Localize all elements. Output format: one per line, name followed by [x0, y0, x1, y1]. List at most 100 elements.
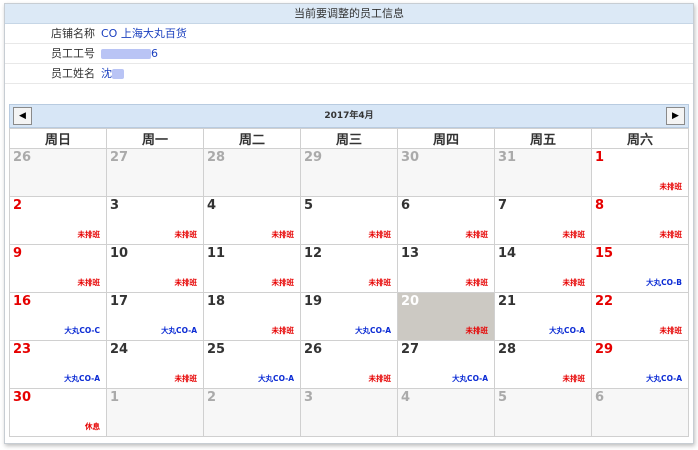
shift-label: 未排班 [271, 326, 295, 335]
shift-label: 大丸CO-A [64, 374, 100, 383]
calendar-day-cell[interactable]: 16 大丸CO-C [9, 292, 107, 341]
calendar-day-cell[interactable]: 30 休息 [9, 388, 107, 437]
calendar-week-row: 26 27 28 29 30 31 1 未排班 [9, 148, 689, 197]
shift-label: 未排班 [174, 278, 198, 287]
calendar-week-row: 30 休息 1 2 3 4 5 6 [9, 388, 689, 437]
day-number: 5 [304, 198, 314, 213]
shift-label: 未排班 [562, 278, 586, 287]
employee-name-prefix: 沈 [101, 67, 112, 80]
day-number: 21 [498, 294, 517, 309]
shift-label: 未排班 [368, 374, 392, 383]
calendar-week-row: 2 未排班 3 未排班 4 未排班 5 未排班 6 未排班 7 未排班 8 未排班 [9, 196, 689, 245]
day-number: 15 [595, 246, 614, 261]
weekday-header: 周四 [397, 128, 495, 149]
calendar-day-cell[interactable]: 2 [203, 388, 301, 437]
calendar-day-cell[interactable]: 13 未排班 [397, 244, 495, 293]
weekday-header: 周五 [494, 128, 592, 149]
weekday-header: 周一 [106, 128, 204, 149]
shift-label: 大丸CO-A [549, 326, 585, 335]
calendar-day-cell[interactable]: 29 大丸CO-A [591, 340, 689, 389]
calendar-day-cell[interactable]: 4 [397, 388, 495, 437]
shift-label: 未排班 [562, 230, 586, 239]
next-month-icon[interactable]: ▶ [666, 107, 685, 125]
calendar-day-cell[interactable]: 28 [203, 148, 301, 197]
calendar-day-cell[interactable]: 4 未排班 [203, 196, 301, 245]
calendar-day-cell[interactable]: 15 大丸CO-B [591, 244, 689, 293]
calendar-day-cell[interactable]: 12 未排班 [300, 244, 398, 293]
day-number: 23 [13, 342, 32, 357]
weekday-header: 周六 [591, 128, 689, 149]
day-number: 9 [13, 246, 23, 261]
calendar-day-cell[interactable]: 5 未排班 [300, 196, 398, 245]
shift-label: 未排班 [465, 278, 489, 287]
prev-month-icon[interactable]: ◀ [13, 107, 32, 125]
shift-label: 未排班 [368, 230, 392, 239]
calendar-day-cell[interactable]: 9 未排班 [9, 244, 107, 293]
calendar-day-cell[interactable]: 27 大丸CO-A [397, 340, 495, 389]
shift-label: 未排班 [659, 326, 683, 335]
calendar-day-cell[interactable]: 27 [106, 148, 204, 197]
calendar-day-cell[interactable]: 25 大丸CO-A [203, 340, 301, 389]
calendar-day-cell[interactable]: 26 未排班 [300, 340, 398, 389]
shift-label: 未排班 [77, 278, 101, 287]
weekday-header: 周二 [203, 128, 301, 149]
day-number: 10 [110, 246, 129, 261]
day-number: 14 [498, 246, 517, 261]
calendar-day-cell[interactable]: 29 [300, 148, 398, 197]
calendar-day-cell[interactable]: 28 未排班 [494, 340, 592, 389]
day-number: 4 [401, 390, 411, 405]
shift-label: 大丸CO-A [161, 326, 197, 335]
calendar-week-row: 16 大丸CO-C 17 大丸CO-A 18 未排班 19 大丸CO-A 20 未排班 21 大丸CO… [9, 292, 689, 341]
day-number: 27 [401, 342, 420, 357]
day-number: 4 [207, 198, 217, 213]
weekday-header: 周三 [300, 128, 398, 149]
calendar-week-row: 23 大丸CO-A 24 未排班 25 大丸CO-A 26 未排班 27 大丸CO-A 28 未排班 2… [9, 340, 689, 389]
calendar-day-cell[interactable]: 24 未排班 [106, 340, 204, 389]
calendar-day-cell[interactable]: 6 未排班 [397, 196, 495, 245]
employee-id-row: 员工工号 6 [5, 44, 693, 64]
calendar-day-cell[interactable]: 1 [106, 388, 204, 437]
day-number: 30 [401, 150, 420, 165]
calendar-day-cell[interactable]: 10 未排班 [106, 244, 204, 293]
calendar-day-cell[interactable]: 3 未排班 [106, 196, 204, 245]
shift-label: 未排班 [659, 230, 683, 239]
calendar-day-cell[interactable]: 22 未排班 [591, 292, 689, 341]
calendar-day-cell[interactable]: 18 未排班 [203, 292, 301, 341]
calendar-day-cell[interactable]: 17 大丸CO-A [106, 292, 204, 341]
employee-id-value: 6 [101, 44, 158, 63]
calendar-day-cell[interactable]: 20 未排班 [397, 292, 495, 341]
calendar-day-cell[interactable]: 14 未排班 [494, 244, 592, 293]
employee-id-suffix: 6 [151, 47, 158, 60]
redacted-blur [101, 49, 151, 59]
day-number: 2 [207, 390, 217, 405]
calendar-day-cell[interactable]: 11 未排班 [203, 244, 301, 293]
day-number: 29 [595, 342, 614, 357]
calendar-day-cell[interactable]: 7 未排班 [494, 196, 592, 245]
shift-label: 未排班 [465, 230, 489, 239]
employee-schedule-panel: 当前要调整的员工信息 店铺名称 CO 上海大丸百货 员工工号 6 员工姓名 沈 … [4, 3, 694, 444]
day-number: 11 [207, 246, 226, 261]
calendar-day-cell[interactable]: 31 [494, 148, 592, 197]
shift-label: 未排班 [659, 182, 683, 191]
calendar-day-cell[interactable]: 8 未排班 [591, 196, 689, 245]
calendar-grid: 周日 周一 周二 周三 周四 周五 周六 26 27 28 29 30 31 1 未排班 2 未排班 3 未排班 4… [9, 128, 689, 437]
employee-name-row: 员工姓名 沈 [5, 64, 693, 84]
store-label: 店铺名称 [51, 27, 95, 40]
calendar-day-cell[interactable]: 6 [591, 388, 689, 437]
employee-id-label: 员工工号 [51, 47, 95, 60]
calendar-day-cell[interactable]: 1 未排班 [591, 148, 689, 197]
calendar-day-cell[interactable]: 21 大丸CO-A [494, 292, 592, 341]
calendar-day-cell[interactable]: 3 [300, 388, 398, 437]
calendar-day-cell[interactable]: 5 [494, 388, 592, 437]
calendar-day-cell[interactable]: 19 大丸CO-A [300, 292, 398, 341]
day-number: 6 [595, 390, 605, 405]
store-row: 店铺名称 CO 上海大丸百货 [5, 24, 693, 44]
calendar-day-cell[interactable]: 26 [9, 148, 107, 197]
day-number: 20 [401, 294, 420, 309]
calendar-day-cell[interactable]: 23 大丸CO-A [9, 340, 107, 389]
weekday-header: 周日 [9, 128, 107, 149]
employee-name-value: 沈 [101, 64, 124, 83]
day-number: 27 [110, 150, 129, 165]
calendar-day-cell[interactable]: 30 [397, 148, 495, 197]
calendar-day-cell[interactable]: 2 未排班 [9, 196, 107, 245]
